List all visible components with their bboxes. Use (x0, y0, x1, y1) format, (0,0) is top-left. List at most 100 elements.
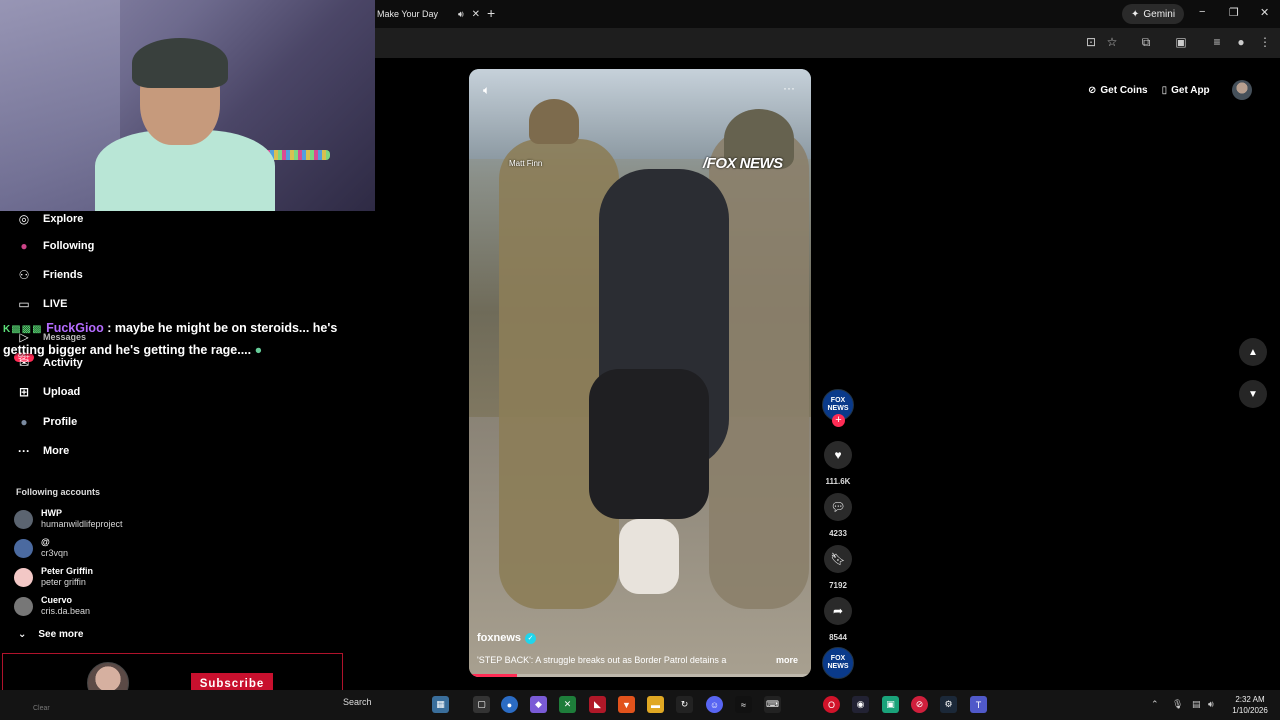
avatar (14, 567, 33, 587)
teams-icon[interactable]: T (970, 696, 987, 713)
taskbar-search[interactable]: Search (343, 697, 372, 707)
stream-chat-message: K▩▩▩ FuckGioo : maybe he might be on ste… (3, 318, 375, 360)
close-window-button[interactable]: ✕ (1260, 6, 1269, 19)
sidebar-item-friends[interactable]: ⚇ Friends (16, 267, 83, 283)
like-count: 111.6K (825, 477, 851, 486)
comment-icon: 💬︎ (830, 500, 846, 514)
user-avatar[interactable] (1232, 80, 1252, 100)
more-icon: ··· (18, 444, 30, 458)
gemini-button[interactable]: ✦ Gemini (1122, 4, 1185, 24)
following-account[interactable]: Cuervo cris.da.bean (14, 595, 90, 617)
share-count: 8544 (829, 633, 847, 642)
cast-icon[interactable]: ▣ (1174, 35, 1188, 49)
video-menu-icon[interactable]: ··· (783, 81, 795, 95)
microphone-icon[interactable]: 🎙︎ (1172, 699, 1183, 710)
xbox-icon[interactable]: ✕ (559, 696, 576, 713)
video-player[interactable]: 🔈︎ ··· /FOX NEWS Matt Finn foxnews ✓ 'ST… (469, 69, 811, 677)
video-caption: 'STEP BACK': A struggle breaks out as Bo… (477, 655, 727, 665)
live-icon: ▭ (18, 297, 30, 311)
volume-tray-icon[interactable]: 🔊︎ (1208, 699, 1214, 710)
avatar (14, 538, 33, 558)
get-app-button[interactable]: ▯ Get App (1162, 85, 1210, 96)
extensions-icon[interactable]: ⧉ (1139, 35, 1153, 49)
chrome-icon[interactable]: ● (501, 696, 518, 713)
sidebar-item-more[interactable]: ··· More (16, 443, 69, 459)
file-explorer-icon[interactable]: ▬ (647, 696, 664, 713)
following-account[interactable]: Peter Griffin peter griffin (14, 566, 93, 588)
follow-button[interactable]: + (832, 414, 845, 427)
sidebar-item-following[interactable]: ● Following (16, 238, 94, 254)
see-more-label: See more (38, 629, 84, 640)
upload-icon: ⊞ (18, 385, 30, 399)
chat-badges: K▩▩▩ (3, 324, 43, 335)
windows-taskbar: Clear Search ▦ ▢ ● ◆ ✕ ◣ ▼ ▬ ↻ ☺ ≈ ⌨ O ◉… (0, 690, 1280, 720)
comment-button[interactable]: 💬︎ (824, 493, 852, 521)
following-accounts-title: Following accounts (16, 487, 101, 497)
profile-icon[interactable]: ● (1234, 35, 1248, 49)
obs-icon[interactable]: ◉ (852, 696, 869, 713)
video-progress-bar[interactable] (469, 674, 811, 677)
heart-icon: ♥ (834, 448, 842, 462)
sidebar-item-live[interactable]: ▭ LIVE (16, 296, 67, 312)
speaker-icon[interactable]: 🔊︎ (458, 9, 464, 20)
new-tab-button[interactable]: + (487, 5, 495, 21)
taskbar-clock[interactable]: 2:32 AM 1/10/2026 (1226, 694, 1274, 716)
capture-icon[interactable]: ↻ (676, 696, 693, 713)
following-account[interactable]: HWP humanwildlifeproject (14, 508, 123, 530)
phone-icon: ▯ (1161, 84, 1168, 96)
author-name: foxnews (477, 632, 522, 644)
music-disc-avatar[interactable]: FOX NEWS (822, 647, 854, 679)
restore-button[interactable]: ❐ (1229, 6, 1239, 19)
see-more-button[interactable]: ⌄ See more (18, 629, 83, 640)
install-app-icon[interactable]: ⊡ (1084, 35, 1098, 49)
sidebar-item-upload[interactable]: ⊞ Upload (16, 384, 80, 400)
network-icon[interactable]: ▤ (1192, 699, 1201, 710)
video-author[interactable]: foxnews ✓ (477, 632, 537, 644)
following-account[interactable]: @ cr3vqn (14, 537, 68, 559)
bookmark-star-icon[interactable]: ☆ (1105, 35, 1119, 49)
avatar (14, 509, 33, 529)
previous-video-button[interactable]: ▲ (1239, 338, 1267, 366)
close-tab-icon[interactable]: ✕ (472, 9, 480, 20)
opera-icon[interactable]: O (823, 696, 840, 713)
terminal-icon[interactable]: ≈ (735, 696, 752, 713)
profile-avatar-icon: ● (20, 415, 28, 429)
account-handle: peter griffin (41, 577, 86, 587)
media-control-icon[interactable]: ≡ (1210, 35, 1224, 49)
keyboard-icon[interactable]: ⌨ (764, 696, 781, 713)
avatar (14, 596, 33, 616)
get-app-label: Get App (1171, 84, 1210, 96)
sidebar-item-profile[interactable]: ● Profile (16, 414, 77, 430)
share-button[interactable]: ➦ (824, 597, 852, 625)
music-app-icon[interactable]: ⊘ (911, 696, 928, 713)
app-icon[interactable]: ▣ (882, 696, 899, 713)
sidebar-item-explore[interactable]: ◎ Explore (16, 211, 84, 227)
save-button[interactable]: 🔖︎ (824, 545, 852, 573)
reporter-tag: Matt Finn (509, 159, 543, 168)
like-button[interactable]: ♥ (824, 441, 852, 469)
sparkle-icon: ✦ (1131, 8, 1140, 20)
copilot-icon[interactable]: ◆ (530, 696, 547, 713)
brave-icon[interactable]: ▼ (618, 696, 635, 713)
volume-icon[interactable]: 🔈︎ (483, 83, 490, 98)
steam-icon[interactable]: ⚙ (940, 696, 957, 713)
sidebar-item-label: LIVE (43, 298, 68, 310)
taskbar-clear-label: Clear (33, 705, 50, 712)
kebab-menu-icon[interactable]: ⋮ (1258, 35, 1272, 49)
chevron-down-icon: ⌄ (18, 629, 27, 640)
comment-count: 4233 (829, 529, 847, 538)
emote-icon: ● (254, 343, 263, 357)
browser-tab[interactable]: Make Your Day 🔊︎ ✕ (375, 0, 480, 28)
browser-tab-strip: Make Your Day 🔊︎ ✕ + ✦ Gemini − ❐ ✕ (375, 0, 1280, 28)
verified-icon: ✓ (525, 632, 537, 644)
get-coins-button[interactable]: ⊘ Get Coins (1088, 85, 1148, 96)
task-view-icon[interactable]: ▢ (473, 696, 490, 713)
caption-more-button[interactable]: more (776, 655, 798, 665)
clock-date: 1/10/2026 (1232, 706, 1268, 715)
discord-icon[interactable]: ☺ (706, 696, 723, 713)
next-video-button[interactable]: ▼ (1239, 380, 1267, 408)
widgets-icon[interactable]: ▦ (432, 696, 449, 713)
tray-chevron-icon[interactable]: ⌃ (1151, 699, 1159, 710)
capcut-icon[interactable]: ◣ (589, 696, 606, 713)
minimize-button[interactable]: − (1199, 6, 1205, 18)
